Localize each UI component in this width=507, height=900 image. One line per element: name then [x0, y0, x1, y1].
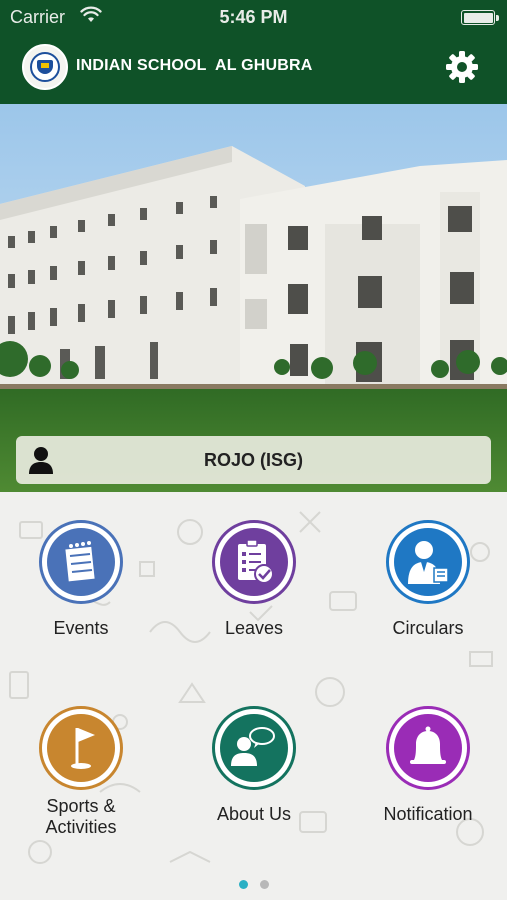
golf-flag-icon — [71, 728, 95, 769]
menu-item-circulars[interactable]: Circulars — [348, 520, 507, 639]
clock: 5:46 PM — [219, 7, 288, 27]
menu-item-sports-activities[interactable]: Sports & Activities — [1, 706, 161, 838]
page-indicator[interactable] — [0, 876, 507, 894]
chat-person-icon — [231, 727, 275, 766]
menu-item-label: Circulars — [392, 618, 464, 638]
menu-item-label: Leaves — [224, 618, 284, 638]
menu-item-events[interactable]: Events — [1, 520, 161, 639]
user-name-bar[interactable]: ROJO (ISG) — [16, 436, 491, 484]
menu-item-notification[interactable]: Notification — [348, 706, 507, 825]
app-header: INDIAN SCHOOL AL GHUBRA — [0, 36, 507, 104]
menu-grid: Events Leaves Circulars Sports & Activit… — [0, 492, 507, 900]
user-name: ROJO (ISG) — [203, 450, 303, 470]
battery-icon — [461, 10, 499, 25]
speaker-podium-icon — [408, 541, 449, 584]
page-dot-active[interactable] — [238, 880, 248, 889]
menu-item-label: Notification — [383, 804, 473, 824]
bell-icon — [410, 726, 446, 764]
gear-icon[interactable] — [445, 50, 479, 84]
menu-item-leaves[interactable]: Leaves — [174, 520, 334, 639]
clipboard-check-icon — [238, 539, 274, 584]
page-dot[interactable] — [259, 880, 269, 889]
menu-item-label: Sports & Activities — [45, 796, 117, 837]
menu-item-label: Events — [53, 618, 109, 638]
school-building-photo — [0, 104, 507, 492]
school-title: INDIAN SCHOOL AL GHUBRA — [76, 57, 313, 74]
calendar-icon — [65, 541, 95, 582]
school-crest-icon — [22, 44, 68, 90]
status-bar: Carrier 5:46 PM — [0, 0, 507, 36]
menu-item-label: About Us — [216, 804, 292, 824]
menu-item-about-us[interactable]: About Us — [174, 706, 334, 825]
